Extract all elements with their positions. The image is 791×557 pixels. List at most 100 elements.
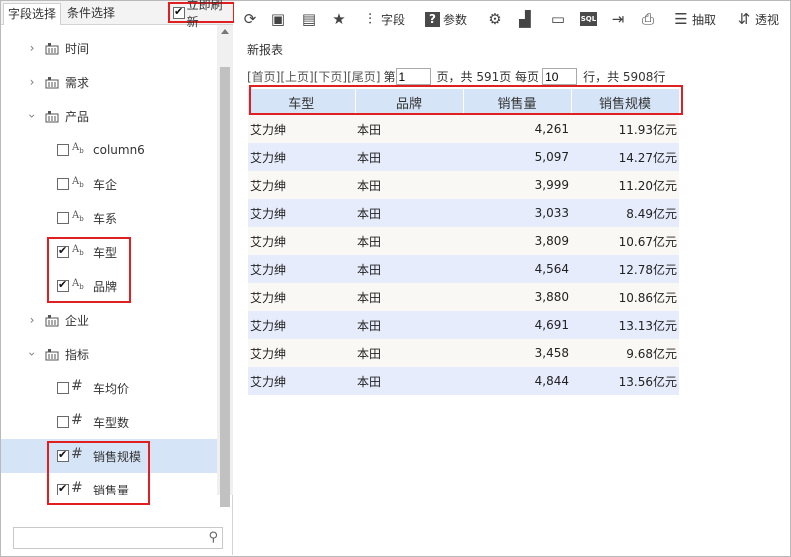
cell-brand: 本田 xyxy=(355,283,463,311)
pivot-icon: ⇵ xyxy=(737,10,751,28)
chevron-right-icon[interactable]: › xyxy=(26,313,38,327)
page-summary: 页，共 591页 每页 xyxy=(436,70,540,84)
tree-field-label: 车企 xyxy=(93,177,118,192)
table-row: 艾力绅 本田 3,999 11.20亿元 xyxy=(248,171,679,199)
table-row: 艾力绅 本田 3,809 10.67亿元 xyxy=(248,227,679,255)
instant-refresh-checkbox[interactable] xyxy=(173,5,185,19)
cell-brand: 本田 xyxy=(355,311,463,339)
dimension-folder-icon xyxy=(45,111,59,123)
last-page-link[interactable]: [尾页] xyxy=(347,68,380,85)
page-number-input[interactable] xyxy=(395,68,431,85)
field-search-input[interactable] xyxy=(17,529,202,547)
tree-field-label: 车系 xyxy=(93,211,118,226)
pivot-button[interactable]: ⇵ 透视 xyxy=(736,10,779,28)
star-icon: ★ xyxy=(332,10,346,28)
extract-button[interactable]: ☰ 抽取 xyxy=(673,10,716,28)
toolbar: ⟳ ▣ ▤ ★ ⫶ 字段 ? 参数 ⚙ ▟ ▭ SQL ⇥ ⎙ ☰ 抽取 ⇵ 透视 xyxy=(234,1,790,35)
tree-group-enterprise[interactable]: › 企业 xyxy=(1,303,217,337)
export-button[interactable]: ⇥ xyxy=(610,10,626,28)
field-button[interactable]: ⫶ 字段 xyxy=(362,10,405,28)
print-button[interactable]: ⎙ xyxy=(640,10,656,28)
cell-sales-volume: 3,880 xyxy=(463,283,571,311)
tree-group-demand[interactable]: › 需求 xyxy=(1,65,217,99)
cell-sales-volume: 3,033 xyxy=(463,199,571,227)
tab-field-select[interactable]: 字段选择 xyxy=(3,3,62,25)
tree-group-label: 指标 xyxy=(65,347,90,362)
tree-group-label: 产品 xyxy=(65,109,90,124)
settings-button[interactable]: ⚙ xyxy=(487,10,503,28)
prev-page-link[interactable]: [上页] xyxy=(280,68,313,85)
cell-sales-volume: 5,097 xyxy=(463,143,571,171)
tree-group-time[interactable]: › 时间 xyxy=(1,31,217,65)
first-page-link[interactable]: [首页] xyxy=(247,68,280,85)
save-as-icon: ▤ xyxy=(301,10,317,28)
save-button[interactable]: ▣ xyxy=(270,10,286,28)
tab-condition-select[interactable]: 条件选择 xyxy=(63,3,119,25)
field-button-label: 字段 xyxy=(381,12,406,27)
cell-sales-volume: 3,999 xyxy=(463,171,571,199)
cell-brand: 本田 xyxy=(355,171,463,199)
cell-sales-volume: 3,458 xyxy=(463,339,571,367)
dimension-folder-icon xyxy=(45,43,59,55)
cell-brand: 本田 xyxy=(355,255,463,283)
sql-button[interactable]: SQL xyxy=(580,10,597,28)
tree-field-column6[interactable]: Ab column6 xyxy=(1,133,217,167)
export-icon: ⇥ xyxy=(611,10,625,28)
field-checkbox[interactable] xyxy=(57,212,69,224)
field-search-box[interactable]: ⚲ xyxy=(13,527,223,549)
cell-sales-scale: 13.56亿元 xyxy=(571,367,679,395)
rows-per-page-input[interactable] xyxy=(542,68,578,85)
field-checkbox[interactable] xyxy=(57,382,69,394)
favorite-button[interactable]: ★ xyxy=(331,10,347,28)
tree-field-car-series[interactable]: Ab 车系 xyxy=(1,201,217,235)
scroll-up-arrow-icon[interactable] xyxy=(221,29,229,34)
cell-sales-scale: 14.27亿元 xyxy=(571,143,679,171)
tree-field-label: 车型数 xyxy=(93,415,130,430)
cell-sales-scale: 11.20亿元 xyxy=(571,171,679,199)
page-prefix: 第 xyxy=(383,70,396,84)
tree-group-product[interactable]: › 产品 xyxy=(1,99,217,133)
highlight-metric-fields xyxy=(47,441,150,505)
tree-field-avg-price[interactable]: # 车均价 xyxy=(1,371,217,405)
field-checkbox[interactable] xyxy=(57,144,69,156)
report-table: 车型 品牌 销售量 销售规模 艾力绅 本田 4,261 11.93亿元 艾力绅 本田 5,… xyxy=(248,89,680,395)
chart-button[interactable]: ▟ xyxy=(517,10,533,28)
tree-field-model-count[interactable]: # 车型数 xyxy=(1,405,217,439)
refresh-icon: ⟳ xyxy=(243,10,257,28)
field-checkbox[interactable] xyxy=(57,416,69,428)
tree-scrollbar[interactable] xyxy=(217,25,233,507)
cell-model: 艾力绅 xyxy=(248,227,355,255)
cell-brand: 本田 xyxy=(355,227,463,255)
cell-sales-scale: 10.86亿元 xyxy=(571,283,679,311)
instant-refresh-toggle[interactable]: 立即刷新 xyxy=(168,0,235,29)
tree-group-label: 需求 xyxy=(65,75,90,90)
save-as-button[interactable]: ▤ xyxy=(301,10,317,28)
param-button[interactable]: ? 参数 xyxy=(425,10,467,28)
layout-button[interactable]: ▭ xyxy=(550,10,566,28)
chevron-down-icon[interactable]: › xyxy=(25,110,39,122)
cell-model: 艾力绅 xyxy=(248,367,355,395)
chevron-right-icon[interactable]: › xyxy=(26,41,38,55)
tree-field-car-company[interactable]: Ab 车企 xyxy=(1,167,217,201)
report-title: 新报表 xyxy=(247,43,284,57)
cell-sales-volume: 3,809 xyxy=(463,227,571,255)
scrollbar-thumb[interactable] xyxy=(220,67,230,507)
bar-chart-icon: ▟ xyxy=(519,10,531,28)
cell-brand: 本田 xyxy=(355,115,463,143)
cell-sales-scale: 9.68亿元 xyxy=(571,339,679,367)
search-icon[interactable]: ⚲ xyxy=(208,530,218,545)
field-checkbox[interactable] xyxy=(57,178,69,190)
highlight-table-header xyxy=(249,85,683,115)
tree-group-metrics[interactable]: › 指标 xyxy=(1,337,217,371)
cell-model: 艾力绅 xyxy=(248,199,355,227)
chevron-down-icon[interactable]: › xyxy=(25,348,39,360)
table-row: 艾力绅 本田 4,844 13.56亿元 xyxy=(248,367,679,395)
chevron-right-icon[interactable]: › xyxy=(26,75,38,89)
cell-brand: 本田 xyxy=(355,143,463,171)
extract-icon: ☰ xyxy=(674,10,688,28)
cell-model: 艾力绅 xyxy=(248,311,355,339)
refresh-button[interactable]: ⟳ xyxy=(242,10,258,28)
next-page-link[interactable]: [下页] xyxy=(314,68,347,85)
save-icon: ▣ xyxy=(270,10,286,28)
cell-model: 艾力绅 xyxy=(248,339,355,367)
